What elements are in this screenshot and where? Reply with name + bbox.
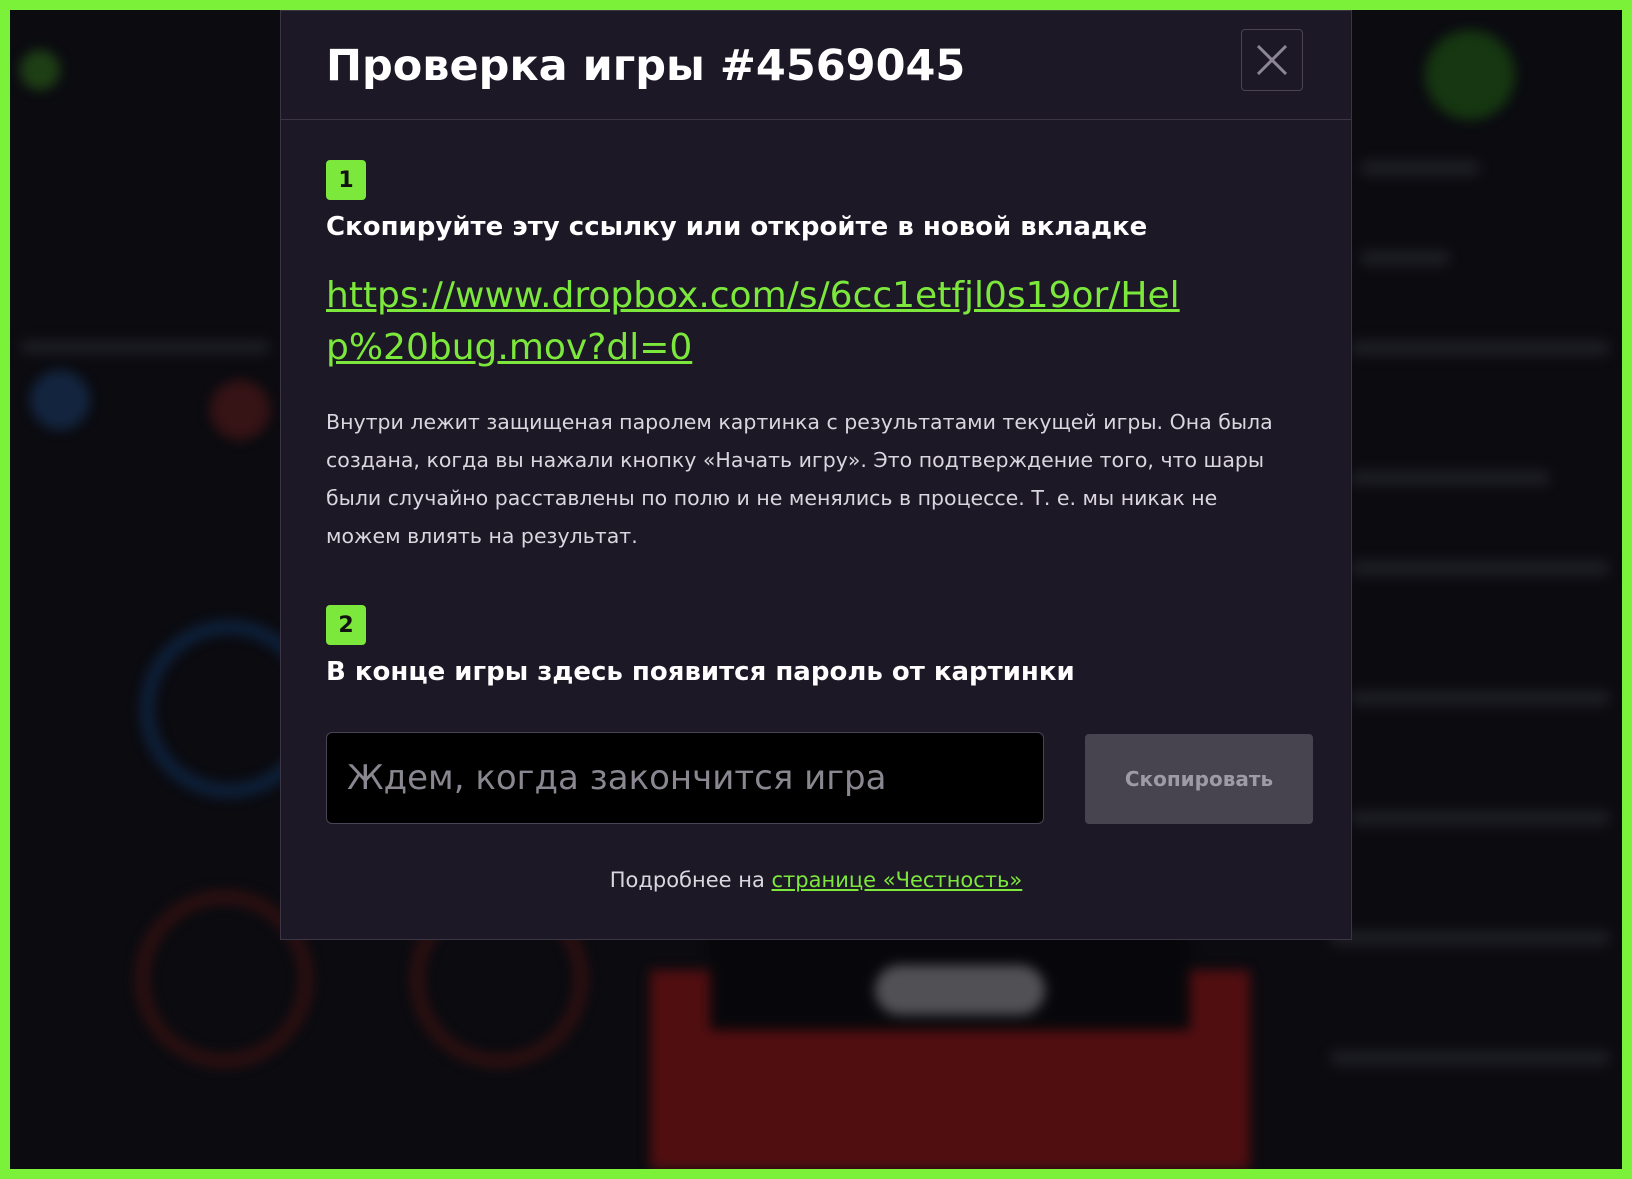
background-line: [1330, 1050, 1610, 1066]
background-line: [1360, 160, 1480, 176]
close-icon: [1256, 44, 1288, 76]
step-2-heading: В конце игры здесь появится пароль от ка…: [326, 657, 1075, 687]
close-button[interactable]: [1241, 29, 1303, 91]
background-line: [1330, 930, 1610, 946]
background-line: [1350, 690, 1610, 706]
footer-note: Подробнее на странице «Честность»: [281, 868, 1351, 892]
background-logo-dot: [20, 50, 60, 90]
step-2-badge: 2: [326, 605, 366, 645]
modal-title: Проверка игры #4569045: [326, 41, 966, 91]
step-1-badge: 1: [326, 160, 366, 200]
background-line: [1360, 250, 1450, 266]
app-frame: Проверка игры #4569045 1 Скопируйте эту …: [10, 10, 1622, 1169]
background-pill: [875, 965, 1045, 1015]
background-chip-red: [210, 380, 270, 440]
dropbox-link[interactable]: https://www.dropbox.com/s/6cc1etfjl0s19o…: [326, 270, 1226, 374]
background-line: [1350, 340, 1610, 356]
background-subline: [20, 340, 270, 354]
step-1-description: Внутри лежит защищеная паролем картинка …: [326, 410, 1273, 548]
step-1-heading: Скопируйте эту ссылку или откройте в нов…: [326, 212, 1148, 242]
footer-prefix: Подробнее на: [609, 868, 772, 892]
copy-button[interactable]: Скопировать: [1085, 734, 1313, 824]
fairness-page-link[interactable]: странице «Честность»: [772, 868, 1023, 892]
background-line: [1350, 560, 1610, 576]
background-line: [1350, 470, 1550, 486]
verify-game-modal: Проверка игры #4569045 1 Скопируйте эту …: [280, 10, 1352, 940]
modal-header: Проверка игры #4569045: [281, 11, 1351, 120]
password-field[interactable]: [326, 732, 1044, 824]
background-line: [1350, 810, 1610, 826]
background-avatar: [1425, 30, 1515, 120]
background-chip-blue: [30, 370, 90, 430]
